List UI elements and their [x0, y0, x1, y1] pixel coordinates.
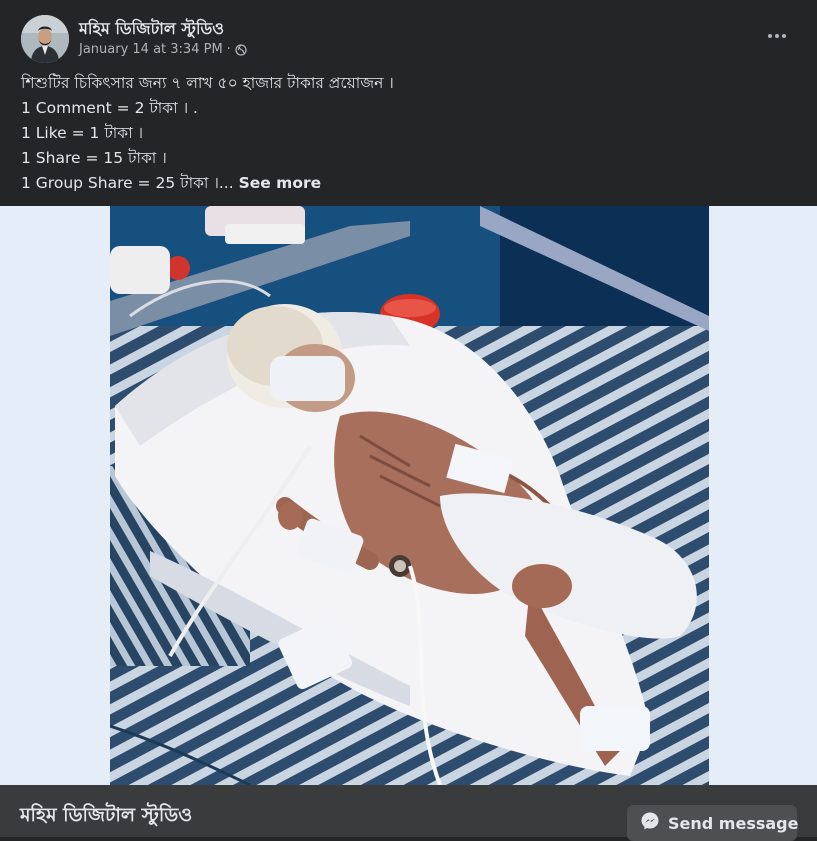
post-text-line: 1 Share = 15 টাকা । — [21, 149, 167, 167]
see-more-link[interactable]: See more — [239, 174, 322, 192]
post-text: শিশুটির চিকিৎসার জন্য ৭ লাখ ৫০ হাজার টাক… — [21, 71, 801, 196]
post-text-line: 1 Like = 1 টাকা । — [21, 124, 144, 142]
page-name-link[interactable]: মহিম ডিজিটাল স্টুডিও — [79, 16, 224, 43]
messenger-icon — [640, 811, 660, 835]
post-text-line: 1 Comment = 2 টাকা । . — [21, 99, 198, 117]
footer-page-name[interactable]: মহিম ডিজিটাল স্টুডিও — [20, 801, 192, 833]
page-footer: মহিম ডিজিটাল স্টুডিও Send message — [0, 785, 817, 841]
post-media — [0, 206, 817, 785]
globe-icon — [235, 43, 247, 56]
post-text-line: 1 Group Share = 25 টাকা ।... — [21, 174, 234, 192]
more-options-icon[interactable] — [762, 24, 792, 48]
post-photo[interactable] — [110, 206, 709, 785]
avatar[interactable] — [21, 15, 69, 63]
post-text-line-last: 1 Group Share = 25 টাকা ।... See more — [21, 171, 801, 196]
post-timestamp[interactable]: January 14 at 3:34 PM — [79, 42, 223, 57]
post-header: মহিম ডিজিটাল স্টুডিও January 14 at 3:34 … — [0, 0, 817, 68]
send-message-button[interactable]: Send message — [627, 805, 799, 841]
send-message-label: Send message — [668, 813, 799, 833]
post-meta: January 14 at 3:34 PM · — [79, 42, 247, 57]
meta-separator: · — [226, 42, 231, 57]
post-text-line: শিশুটির চিকিৎসার জন্য ৭ লাখ ৫০ হাজার টাক… — [21, 74, 394, 92]
